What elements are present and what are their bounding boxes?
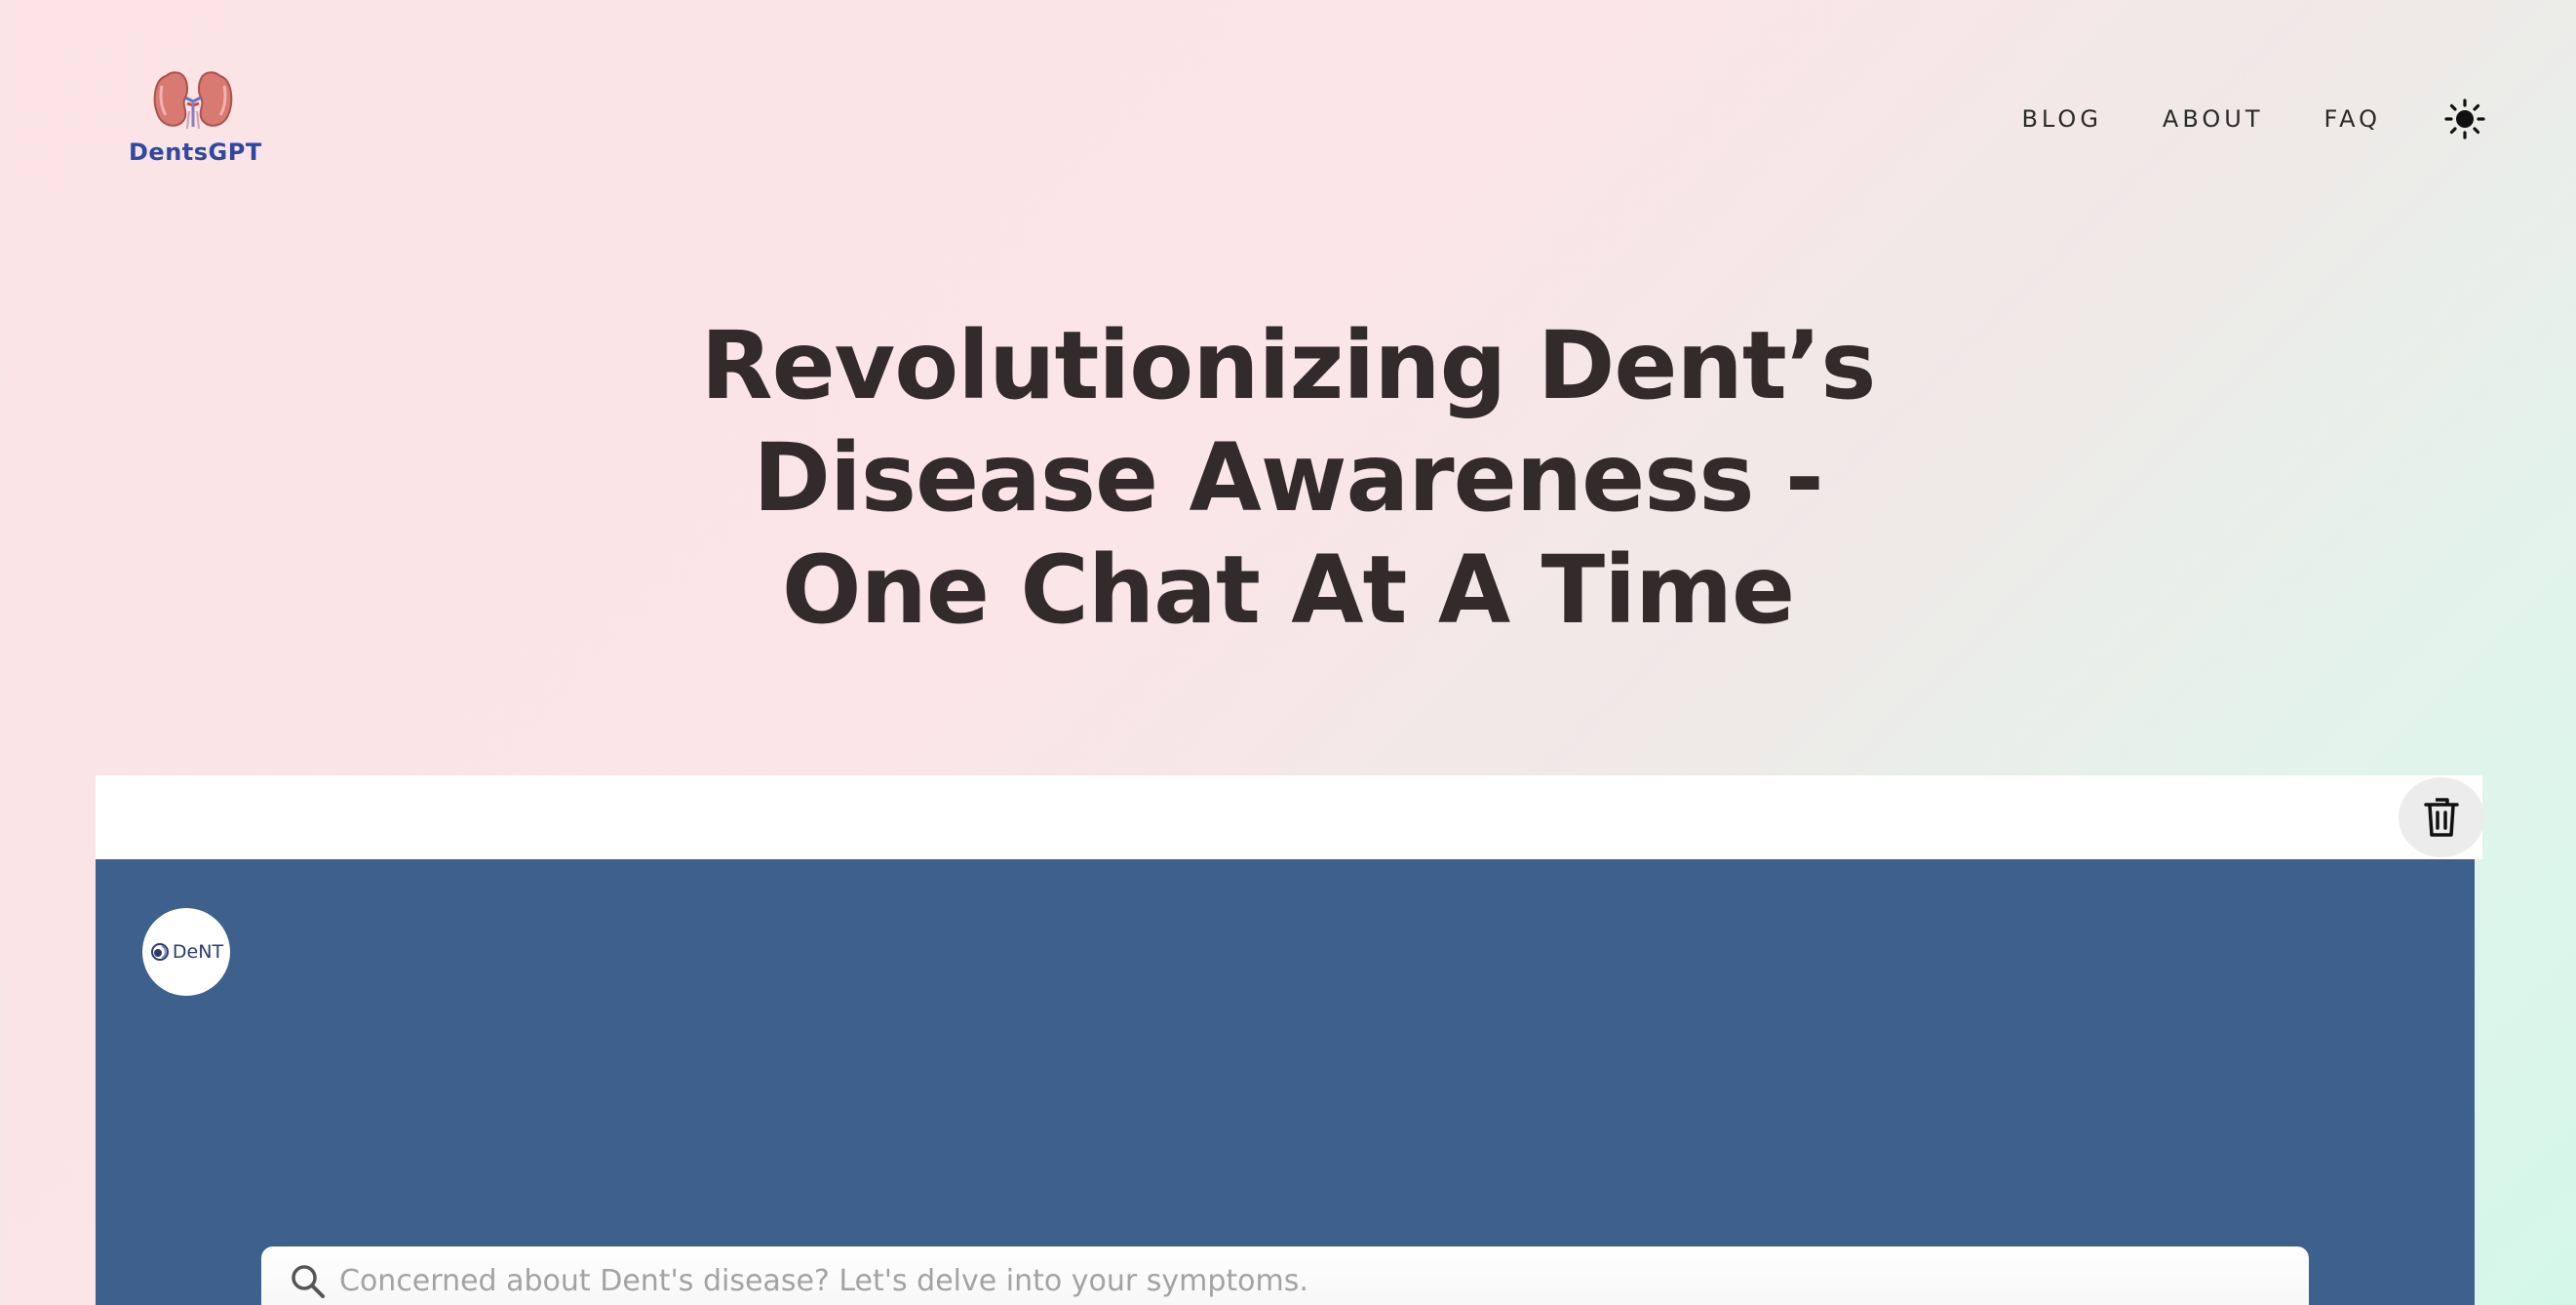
symptom-search-input[interactable]: [337, 1258, 2309, 1303]
theme-toggle-button[interactable]: [2443, 98, 2486, 140]
search-icon: [292, 1265, 325, 1298]
clear-chat-button[interactable]: [2399, 777, 2484, 857]
brand-name: DentsGPT: [129, 138, 262, 166]
sun-icon: [2444, 99, 2485, 139]
chat-panel: DeNT: [96, 859, 2475, 1305]
nav-link-about[interactable]: ABOUT: [2163, 105, 2264, 133]
brand-logo[interactable]: DentsGPT: [129, 68, 262, 166]
bot-avatar: DeNT: [142, 908, 230, 996]
hero-title-line-2: Disease Awareness -: [753, 423, 1824, 533]
nav-link-faq[interactable]: FAQ: [2324, 105, 2382, 133]
hero-title: Revolutionizing Dent’s Disease Awareness…: [0, 310, 2576, 647]
symptom-search-box[interactable]: [261, 1246, 2309, 1305]
dent-logo-icon: [150, 943, 169, 961]
chat-toolbar: [96, 775, 2484, 859]
main-nav: BLOG ABOUT FAQ: [2021, 98, 2486, 140]
hero-title-line-1: Revolutionizing Dent’s: [700, 311, 1877, 420]
kidneys-icon: [153, 71, 233, 130]
bot-avatar-text: DeNT: [172, 941, 224, 963]
trash-icon: [2424, 798, 2459, 837]
hero-title-line-3: One Chat At A Time: [781, 535, 1795, 645]
nav-link-blog[interactable]: BLOG: [2021, 105, 2101, 133]
